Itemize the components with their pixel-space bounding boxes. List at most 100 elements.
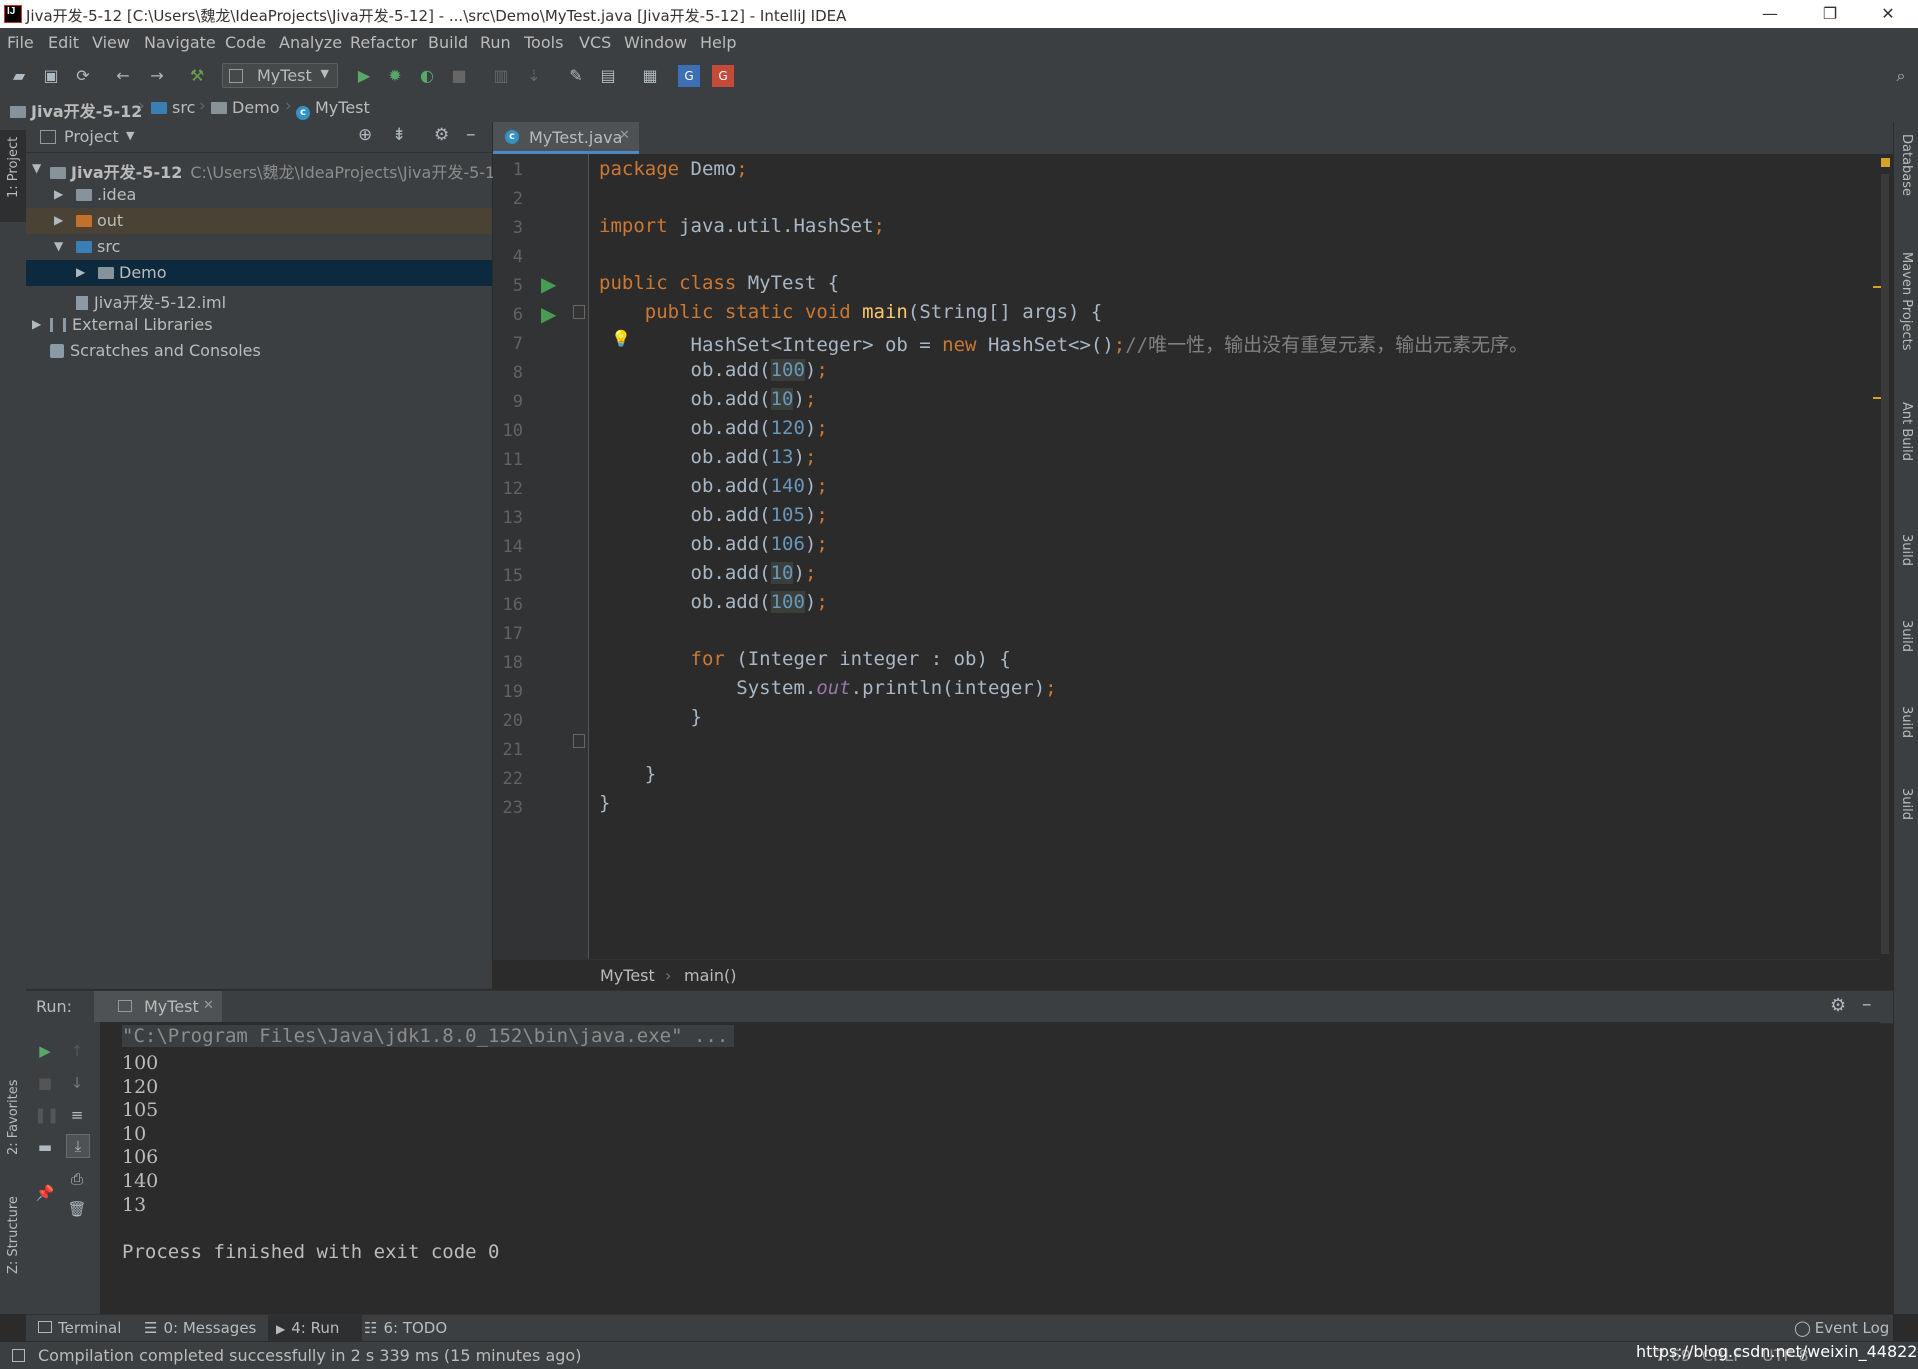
menu-file[interactable]: File [7,33,34,52]
tab-messages[interactable]: ☰ 0: Messages [144,1319,256,1337]
tool-window-structure[interactable]: Z: Structure [6,1196,21,1274]
minimize-button[interactable]: — [1750,4,1790,23]
menu-refactor[interactable]: Refactor [350,33,417,52]
tool-window-project[interactable]: 1: Project [6,137,21,198]
restore-button[interactable]: ❐ [1810,4,1850,23]
trash-icon[interactable]: 🗑 [66,1198,88,1220]
breadcrumb-demo[interactable]: Demo [211,98,280,117]
open-folder-icon[interactable]: ▰ [8,65,30,87]
tool-window-build[interactable]: 3uild [1899,534,1914,566]
menu-build[interactable]: Build [428,33,468,52]
run-main-gutter-icon[interactable]: ▶ [541,302,556,326]
forward-icon[interactable]: → [146,65,168,87]
fold-icon[interactable] [573,734,585,748]
tool-window-maven[interactable]: Maven Projects [1899,252,1914,351]
down-arrow-icon[interactable]: ↓ [66,1072,88,1094]
menu-edit[interactable]: Edit [48,33,79,52]
menu-vcs[interactable]: VCS [579,33,611,52]
warning-marker-icon[interactable] [1881,158,1890,167]
menu-window[interactable]: Window [624,33,687,52]
menu-view[interactable]: View [92,33,130,52]
tree-item-external-libraries[interactable]: ▶ External Libraries [26,312,492,338]
collapsed-arrow-icon[interactable]: ▶ [32,317,41,331]
scroll-to-end-icon[interactable]: ⤓ [66,1134,90,1158]
collapsed-arrow-icon[interactable]: ▶ [54,213,63,227]
editor-scrollbar[interactable] [1873,154,1893,959]
run-config-dropdown[interactable]: MyTest ▼ [222,63,338,88]
translate-google-icon[interactable]: G [678,65,700,87]
editor-crumb-class[interactable]: MyTest [600,966,655,985]
stop-icon[interactable]: ■ [448,65,470,87]
tab-todo[interactable]: ☷ 6: TODO [364,1319,447,1337]
rerun-icon[interactable]: ▶ [34,1040,56,1062]
up-arrow-icon[interactable]: ↑ [66,1040,88,1062]
gear-icon[interactable]: ⚙ [1830,995,1846,1016]
translate-alt-icon[interactable]: G [712,65,734,87]
menu-help[interactable]: Help [700,33,736,52]
search-icon[interactable]: ⌕ [1890,65,1912,87]
pin-icon[interactable]: 📌 [34,1182,56,1204]
close-tab-icon[interactable]: ✕ [619,128,630,143]
tool-window-database[interactable]: Database [1899,134,1914,196]
tab-run[interactable]: ▶ 4: Run [276,1319,339,1337]
tree-item-out[interactable]: ▶ out [26,208,492,234]
run-class-gutter-icon[interactable]: ▶ [541,272,556,296]
locate-file-icon[interactable]: ⊕ [358,125,372,145]
tab-mytest-java[interactable]: c MyTest.java ✕ [493,122,639,154]
menu-analyze[interactable]: Analyze [279,33,342,52]
save-icon[interactable]: ▣ [40,65,62,87]
collapsed-arrow-icon[interactable]: ▶ [54,187,63,201]
tree-item-iml[interactable]: Jiva开发-5-12.iml [26,286,492,312]
coverage-icon[interactable]: ◐ [416,65,438,87]
collapsed-arrow-icon[interactable]: ▶ [76,265,85,279]
soft-wrap-icon[interactable]: ≡ [66,1104,88,1126]
print-icon[interactable]: ⎙ [66,1168,88,1190]
layout-icon[interactable]: ▬ [34,1136,56,1158]
collapse-all-icon[interactable]: ⇟ [392,125,406,145]
hide-panel-icon[interactable]: – [1862,993,1872,1015]
close-button[interactable]: ✕ [1868,4,1908,23]
toggle-tool-windows-icon[interactable] [12,1349,25,1362]
tree-item-demo[interactable]: ▶ Demo [26,260,492,286]
debug-icon[interactable]: ✹ [384,65,406,87]
tool-window-favorites[interactable]: 2: Favorites [6,1079,21,1155]
expanded-arrow-icon[interactable]: ▼ [54,239,63,253]
run-tab-mytest[interactable]: MyTest ✕ [94,991,222,1023]
status-message[interactable]: Compilation completed successfully in 2 … [38,1346,581,1365]
code-editor[interactable]: 💡 package Demo; import java.util.HashSet… [589,154,1879,959]
tree-item-src[interactable]: ▼ src [26,234,492,260]
breadcrumb-class[interactable]: c MyTest [296,98,370,120]
expanded-arrow-icon[interactable]: ▼ [32,161,41,175]
tree-item-scratches[interactable]: Scratches and Consoles [26,338,492,364]
tool-window-build[interactable]: 3uild [1899,620,1914,652]
tool-window-build[interactable]: 3uild [1899,788,1914,820]
tab-terminal[interactable]: Terminal [38,1319,121,1337]
tree-item-idea[interactable]: ▶ .idea [26,182,492,208]
scroll-thumb[interactable] [1881,174,1889,954]
tool-window-ant[interactable]: Ant Build [1899,402,1914,461]
console-output[interactable]: "C:\Program Files\Java\jdk1.8.0_152\bin\… [100,1022,1880,1314]
tree-item-project-root[interactable]: ▼ Jiva开发-5-12 C:\Users\魏龙\IdeaProjects\Ji… [26,156,505,182]
run-icon[interactable]: ▶ [353,65,375,87]
fold-icon[interactable] [573,305,585,319]
hide-panel-icon[interactable]: – [466,123,476,145]
breadcrumb-project[interactable]: Jiva开发-5-12 [10,98,142,122]
menu-run[interactable]: Run [480,33,511,52]
pause-icon[interactable]: ❚❚ [34,1104,59,1126]
vcs-commit-icon[interactable]: ⇣ [523,65,545,87]
menu-code[interactable]: Code [225,33,266,52]
event-log-button[interactable]: ◯ Event Log [1794,1319,1889,1337]
editor-crumb-method[interactable]: main() [684,966,736,985]
menu-navigate[interactable]: Navigate [144,33,216,52]
build-hammer-icon[interactable]: ⚒ [186,65,208,87]
gear-icon[interactable]: ⚙ [434,125,449,145]
tool-window-build[interactable]: 3uild [1899,706,1914,738]
chevron-down-icon[interactable]: ▼ [126,129,134,142]
breadcrumb-src[interactable]: src [151,98,195,117]
sdk-icon[interactable]: ▦ [639,65,661,87]
sync-icon[interactable]: ⟳ [72,65,94,87]
close-tab-icon[interactable]: ✕ [203,998,214,1013]
back-icon[interactable]: ← [112,65,134,87]
settings-wrench-icon[interactable]: ✎ [565,65,587,87]
stop-icon[interactable]: ■ [34,1072,56,1094]
